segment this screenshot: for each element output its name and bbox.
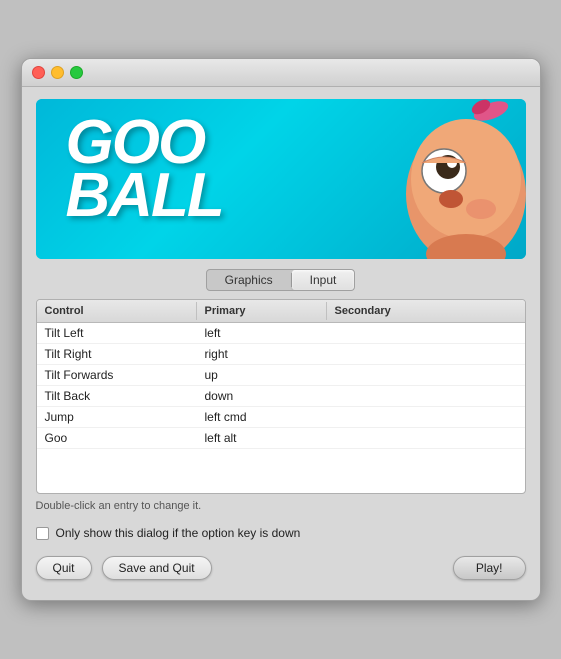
cell-secondary-3 (327, 386, 525, 406)
minimize-button[interactable] (51, 66, 64, 79)
tabs-container: Graphics Input (22, 269, 540, 291)
character-art (326, 99, 526, 259)
table-row[interactable]: Goo left alt (37, 428, 525, 449)
checkbox-row: Only show this dialog if the option key … (36, 526, 526, 540)
buttons-row: Quit Save and Quit Play! (36, 556, 526, 580)
main-window: GOO BALL (21, 58, 541, 601)
cell-primary-0: left (197, 323, 327, 343)
traffic-lights (32, 66, 83, 79)
cell-primary-3: down (197, 386, 327, 406)
cell-primary-5: left alt (197, 428, 327, 448)
table-header: Control Primary Secondary (37, 300, 525, 323)
banner-background: GOO BALL (36, 99, 526, 259)
tab-group: Graphics Input (206, 269, 356, 291)
cell-secondary-2 (327, 365, 525, 385)
character-svg (326, 99, 526, 259)
titlebar (22, 59, 540, 87)
cell-control-1: Tilt Right (37, 344, 197, 364)
cell-secondary-0 (327, 323, 525, 343)
close-button[interactable] (32, 66, 45, 79)
table-row[interactable]: Tilt Left left (37, 323, 525, 344)
checkbox-label: Only show this dialog if the option key … (56, 526, 301, 540)
option-key-checkbox[interactable] (36, 527, 49, 540)
table-row[interactable]: Tilt Back down (37, 386, 525, 407)
table-row[interactable]: Jump left cmd (37, 407, 525, 428)
quit-button[interactable]: Quit (36, 556, 92, 580)
cell-control-0: Tilt Left (37, 323, 197, 343)
cell-primary-1: right (197, 344, 327, 364)
play-button[interactable]: Play! (453, 556, 526, 580)
header-secondary: Secondary (327, 302, 525, 320)
tab-input[interactable]: Input (292, 270, 355, 290)
cell-primary-4: left cmd (197, 407, 327, 427)
cell-primary-2: up (197, 365, 327, 385)
game-title: GOO BALL (66, 117, 223, 222)
cell-secondary-4 (327, 407, 525, 427)
tab-graphics[interactable]: Graphics (207, 270, 291, 290)
table-row[interactable]: Tilt Forwards up (37, 365, 525, 386)
cell-control-3: Tilt Back (37, 386, 197, 406)
table-empty-space (37, 449, 525, 493)
save-quit-button[interactable]: Save and Quit (102, 556, 212, 580)
cell-control-4: Jump (37, 407, 197, 427)
header-control: Control (37, 302, 197, 320)
hint-text: Double-click an entry to change it. (36, 500, 526, 512)
maximize-button[interactable] (70, 66, 83, 79)
cell-secondary-5 (327, 428, 525, 448)
table-row[interactable]: Tilt Right right (37, 344, 525, 365)
banner: GOO BALL (36, 99, 526, 259)
header-primary: Primary (197, 302, 327, 320)
cell-secondary-1 (327, 344, 525, 364)
cell-control-2: Tilt Forwards (37, 365, 197, 385)
cell-control-5: Goo (37, 428, 197, 448)
table-scroll-area[interactable]: Tilt Left left Tilt Right right Tilt For… (37, 323, 525, 493)
controls-table: Control Primary Secondary Tilt Left left… (36, 299, 526, 494)
